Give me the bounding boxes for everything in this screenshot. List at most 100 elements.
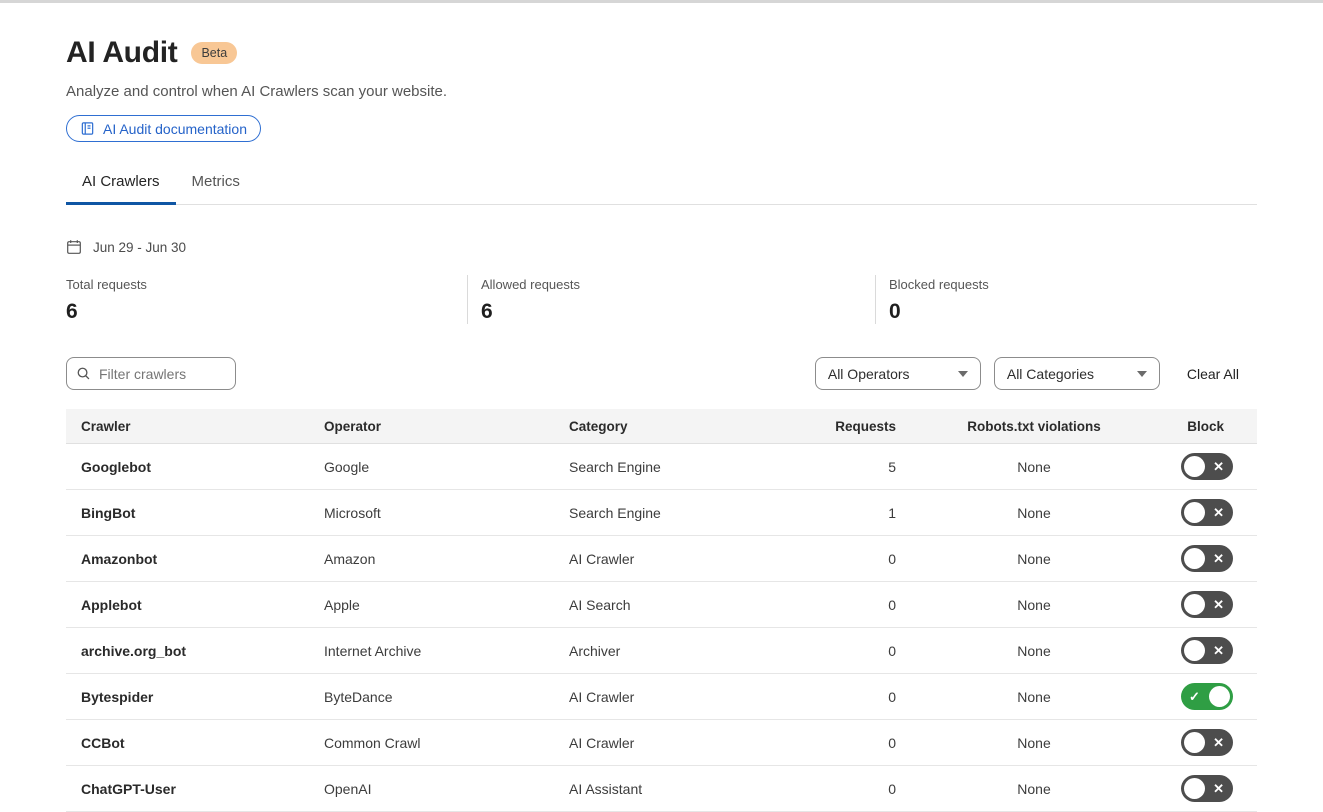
table-row: GooglebotGoogleSearch Engine5None ✕ (66, 444, 1257, 490)
cell-robots-violations: None (896, 689, 1172, 705)
cell-block: ✕ (1172, 729, 1257, 756)
operators-dropdown[interactable]: All Operators (815, 357, 981, 390)
cell-operator: Apple (324, 597, 569, 613)
table-body: GooglebotGoogleSearch Engine5None✕BingBo… (66, 444, 1257, 812)
col-header-operator: Operator (324, 419, 569, 434)
cell-category: Search Engine (569, 505, 814, 521)
cell-category: AI Search (569, 597, 814, 613)
stat-label: Total requests (66, 277, 467, 292)
cell-requests: 0 (814, 735, 896, 751)
documentation-button-label: AI Audit documentation (103, 121, 247, 137)
stat-value: 6 (481, 300, 875, 324)
stat-blocked-requests: Blocked requests 0 (875, 275, 1257, 324)
x-icon: ✕ (1213, 644, 1224, 657)
cell-category: AI Assistant (569, 781, 814, 797)
book-icon (80, 121, 95, 136)
cell-block: ✕ (1172, 499, 1257, 526)
stat-label: Blocked requests (889, 277, 1257, 292)
table-row: BingBotMicrosoftSearch Engine1None✕ (66, 490, 1257, 536)
table-row: AmazonbotAmazonAI Crawler0None✕ (66, 536, 1257, 582)
beta-badge: Beta (191, 42, 237, 65)
chevron-down-icon (1137, 371, 1147, 377)
cell-category: AI Crawler (569, 735, 814, 751)
stat-value: 6 (66, 300, 467, 324)
cell-robots-violations: None (896, 735, 1172, 751)
block-toggle[interactable]: ✕ (1181, 591, 1233, 618)
stat-label: Allowed requests (481, 277, 875, 292)
cell-operator: OpenAI (324, 781, 569, 797)
cell-block: ✕ (1172, 637, 1257, 664)
ai-audit-page: AI Audit Beta Analyze and control when A… (0, 36, 1323, 812)
check-icon: ✓ (1189, 690, 1200, 703)
cell-operator: Google (324, 459, 569, 475)
col-header-category: Category (569, 419, 814, 434)
toggle-knob (1184, 594, 1205, 615)
block-toggle[interactable]: ✕ (1181, 729, 1233, 756)
table-row: BytespiderByteDanceAI Crawler0None✓ (66, 674, 1257, 720)
cell-crawler: Amazonbot (66, 551, 324, 567)
chevron-down-icon (958, 371, 968, 377)
col-header-robots-txt-violations: Robots.txt violations (896, 419, 1172, 434)
x-icon: ✕ (1213, 736, 1224, 749)
cell-requests: 1 (814, 505, 896, 521)
cell-operator: ByteDance (324, 689, 569, 705)
cell-block: ✓ (1172, 683, 1257, 710)
tab-ai-crawlers[interactable]: AI Crawlers (66, 173, 176, 204)
documentation-button[interactable]: AI Audit documentation (66, 115, 261, 142)
cell-category: Search Engine (569, 459, 814, 475)
cell-robots-violations: None (896, 505, 1172, 521)
block-toggle[interactable]: ✓ (1181, 683, 1233, 710)
x-icon: ✕ (1213, 552, 1224, 565)
table-row: ChatGPT-UserOpenAIAI Assistant0None ✕ (66, 766, 1257, 812)
cell-crawler: Googlebot (66, 459, 324, 475)
cell-category: AI Crawler (569, 551, 814, 567)
toggle-knob (1184, 548, 1205, 569)
tab-metrics[interactable]: Metrics (176, 173, 256, 204)
block-toggle[interactable]: ✕ (1181, 637, 1233, 664)
cell-robots-violations: None (896, 643, 1172, 659)
x-icon: ✕ (1213, 598, 1224, 611)
cell-block: ✕ (1172, 545, 1257, 572)
toggle-knob (1184, 778, 1205, 799)
page-title: AI Audit (66, 36, 177, 70)
toggle-knob (1184, 456, 1205, 477)
col-header-block: Block (1172, 419, 1257, 434)
cell-requests: 0 (814, 643, 896, 659)
operators-dropdown-value: All Operators (828, 366, 910, 382)
filter-crawlers-input[interactable] (66, 357, 236, 390)
cell-block: ✕ (1172, 453, 1257, 480)
search-box (66, 357, 236, 390)
cell-crawler: ChatGPT-User (66, 781, 324, 797)
stat-allowed-requests: Allowed requests 6 (467, 275, 875, 324)
cell-block: ✕ (1172, 591, 1257, 618)
cell-operator: Internet Archive (324, 643, 569, 659)
page-header: AI Audit Beta (66, 36, 1257, 70)
cell-robots-violations: None (896, 459, 1172, 475)
x-icon: ✕ (1213, 782, 1224, 795)
cell-crawler: archive.org_bot (66, 643, 324, 659)
stat-total-requests: Total requests 6 (66, 275, 467, 324)
table-row: CCBotCommon CrawlAI Crawler0None✕ (66, 720, 1257, 766)
cell-robots-violations: None (896, 597, 1172, 613)
date-range[interactable]: Jun 29 - Jun 30 (66, 239, 1257, 255)
cell-requests: 5 (814, 459, 896, 475)
block-toggle[interactable]: ✕ (1181, 545, 1233, 572)
block-toggle[interactable]: ✕ (1181, 453, 1233, 480)
block-toggle[interactable]: ✕ (1181, 499, 1233, 526)
toggle-knob (1184, 502, 1205, 523)
toggle-knob (1184, 640, 1205, 661)
x-icon: ✕ (1213, 506, 1224, 519)
stat-value: 0 (889, 300, 1257, 324)
calendar-icon (66, 239, 82, 255)
cell-requests: 0 (814, 781, 896, 797)
clear-all-button[interactable]: Clear All (1187, 366, 1239, 382)
cell-category: AI Crawler (569, 689, 814, 705)
cell-robots-violations: None (896, 781, 1172, 797)
crawlers-table: CrawlerOperatorCategoryRequestsRobots.tx… (66, 409, 1257, 812)
date-range-label: Jun 29 - Jun 30 (93, 240, 186, 255)
cell-crawler: Applebot (66, 597, 324, 613)
cell-category: Archiver (569, 643, 814, 659)
cell-crawler: Bytespider (66, 689, 324, 705)
categories-dropdown[interactable]: All Categories (994, 357, 1160, 390)
stats-row: Total requests6Allowed requests6Blocked … (66, 275, 1257, 324)
